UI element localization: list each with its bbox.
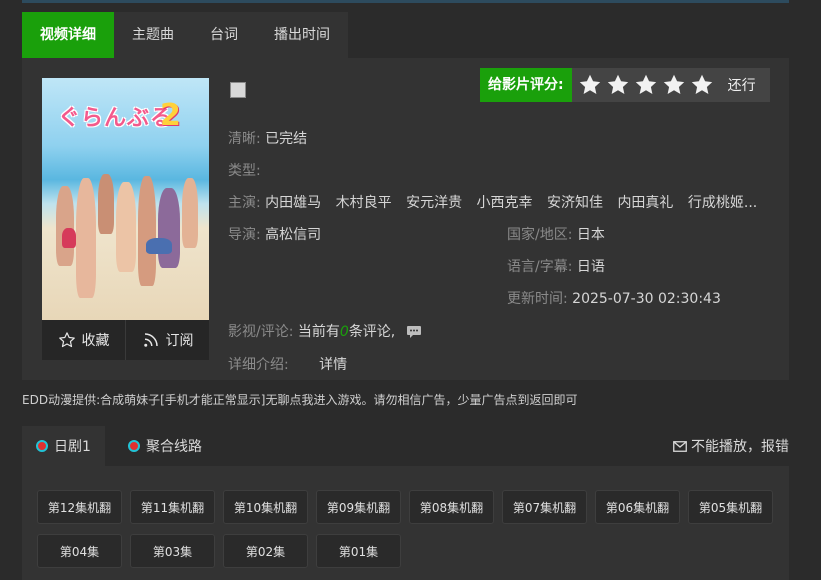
comment-prefix: 当前有 xyxy=(297,324,340,340)
rating-stars: 还行 xyxy=(571,68,770,102)
comment-count: 0 xyxy=(339,324,349,340)
episode-button[interactable]: 第03集 xyxy=(130,534,215,568)
tab-lines[interactable]: 台词 xyxy=(192,12,256,58)
rating-star-4[interactable] xyxy=(662,73,686,97)
radio-dot-icon xyxy=(36,440,48,452)
rating-star-5[interactable] xyxy=(690,73,714,97)
subscribe-label: 订阅 xyxy=(165,333,194,349)
tab-video-detail[interactable]: 视频详细 xyxy=(22,12,114,58)
cast-link[interactable]: 小西克幸 xyxy=(477,195,533,211)
detail-tabs: 视频详细 主题曲 台词 播出时间 xyxy=(22,12,348,58)
poster-actions: 收藏 订阅 xyxy=(42,320,209,360)
type-field: 类型: xyxy=(228,160,261,180)
rating-star-3[interactable] xyxy=(634,73,658,97)
favorite-button[interactable]: 收藏 xyxy=(42,320,126,360)
favorite-label: 收藏 xyxy=(81,333,110,349)
cast-label: 主演: xyxy=(228,195,261,211)
top-accent-line xyxy=(22,0,789,3)
line-tab-2[interactable]: 聚合线路 xyxy=(128,426,202,466)
episode-button[interactable]: 第05集机翻 xyxy=(688,490,773,524)
rating-text: 还行 xyxy=(727,78,756,94)
region-field: 国家/地区: 日本 xyxy=(507,224,605,244)
intro-label: 详细介绍: xyxy=(228,357,289,373)
director-field: 导演: 高松信司 xyxy=(228,224,321,244)
intro-field: 详细介绍: 详情 xyxy=(228,354,347,374)
poster-logo-number: 2 xyxy=(160,98,181,133)
cast-link[interactable]: 安济知佳 xyxy=(547,195,603,211)
rating-star-2[interactable] xyxy=(606,73,630,97)
episode-button[interactable]: 第07集机翻 xyxy=(502,490,587,524)
language-value: 日语 xyxy=(576,259,605,275)
subscribe-button[interactable]: 订阅 xyxy=(126,320,209,360)
episode-button[interactable]: 第04集 xyxy=(37,534,122,568)
cast-link[interactable]: 安元洋贵 xyxy=(406,195,462,211)
play-line-tabs: 日剧1 聚合线路 不能播放，报错 xyxy=(22,426,789,466)
poster-image: ぐらんぶる 2 xyxy=(42,78,209,320)
updated-field: 更新时间: 2025-07-30 02:30:43 xyxy=(507,288,721,308)
episode-button[interactable]: 第02集 xyxy=(223,534,308,568)
episode-button[interactable]: 第12集机翻 xyxy=(37,490,122,524)
episode-button[interactable]: 第01集 xyxy=(316,534,401,568)
comment-icon[interactable] xyxy=(406,325,422,339)
region-value: 日本 xyxy=(576,227,605,243)
rating-label: 给影片评分: xyxy=(480,68,572,102)
line-tab-label: 日剧1 xyxy=(54,439,91,455)
comment-label: 影视/评论: xyxy=(228,324,294,340)
episode-button[interactable]: 第11集机翻 xyxy=(130,490,215,524)
line-tab-label: 聚合线路 xyxy=(146,439,202,455)
report-error-link[interactable]: 不能播放，报错 xyxy=(673,426,789,466)
updated-label: 更新时间: xyxy=(507,291,568,307)
type-label: 类型: xyxy=(228,163,261,179)
director-label: 导演: xyxy=(228,227,261,243)
line-tab-1[interactable]: 日剧1 xyxy=(22,426,105,466)
region-label: 国家/地区: xyxy=(507,227,573,243)
language-label: 语言/字幕: xyxy=(507,259,573,275)
tab-air-time[interactable]: 播出时间 xyxy=(256,12,348,58)
report-label: 不能播放，报错 xyxy=(691,439,789,455)
cast-link[interactable]: 内田真礼 xyxy=(617,195,673,211)
tab-theme-song[interactable]: 主题曲 xyxy=(114,12,192,58)
cast-link[interactable]: 木村良平 xyxy=(336,195,392,211)
comment-field: 影视/评论: 当前有0条评论, xyxy=(228,321,422,341)
cast-link[interactable]: 内田雄马 xyxy=(265,195,321,211)
rating-star-1[interactable] xyxy=(578,73,602,97)
clarity-label: 清晰: xyxy=(228,131,261,147)
language-field: 语言/字幕: 日语 xyxy=(507,256,605,276)
episode-list: 第12集机翻 第11集机翻 第10集机翻 第09集机翻 第08集机翻 第07集机… xyxy=(37,490,777,568)
rating-widget: 给影片评分: 还行 xyxy=(480,68,770,102)
radio-dot-icon xyxy=(128,440,140,452)
video-detail-panel: ぐらんぶる 2 收藏 订阅 给影片评分: 还行 清晰: 已完结 类型: 主演: … xyxy=(22,58,789,380)
comment-suffix: 条评论, xyxy=(348,324,396,340)
star-outline-icon xyxy=(58,332,75,348)
updated-value: 2025-07-30 02:30:43 xyxy=(572,291,721,307)
episode-button[interactable]: 第09集机翻 xyxy=(316,490,401,524)
clarity-field: 清晰: 已完结 xyxy=(228,128,307,148)
episode-button[interactable]: 第06集机翻 xyxy=(595,490,680,524)
cast-field: 主演: 内田雄马 木村良平 安元洋贵 小西克幸 安济知佳 内田真礼 行成桃姬..… xyxy=(228,192,767,212)
episode-button[interactable]: 第08集机翻 xyxy=(409,490,494,524)
clarity-value: 已完结 xyxy=(265,131,308,147)
mail-icon xyxy=(673,440,687,452)
episode-panel: 第12集机翻 第11集机翻 第10集机翻 第09集机翻 第08集机翻 第07集机… xyxy=(22,466,789,580)
site-notice: EDD动漫提供:合成萌妹子[手机才能正常显示]无聊点我进入游戏。请勿相信广告，少… xyxy=(22,393,578,407)
intro-detail-link[interactable]: 详情 xyxy=(319,357,347,373)
episode-button[interactable]: 第10集机翻 xyxy=(223,490,308,524)
rss-icon xyxy=(143,333,158,347)
poster-logo-text: ぐらんぶる xyxy=(58,106,174,131)
cast-link[interactable]: 行成桃姬... xyxy=(688,195,757,211)
director-link[interactable]: 高松信司 xyxy=(265,227,321,243)
broken-image-icon xyxy=(230,82,246,98)
